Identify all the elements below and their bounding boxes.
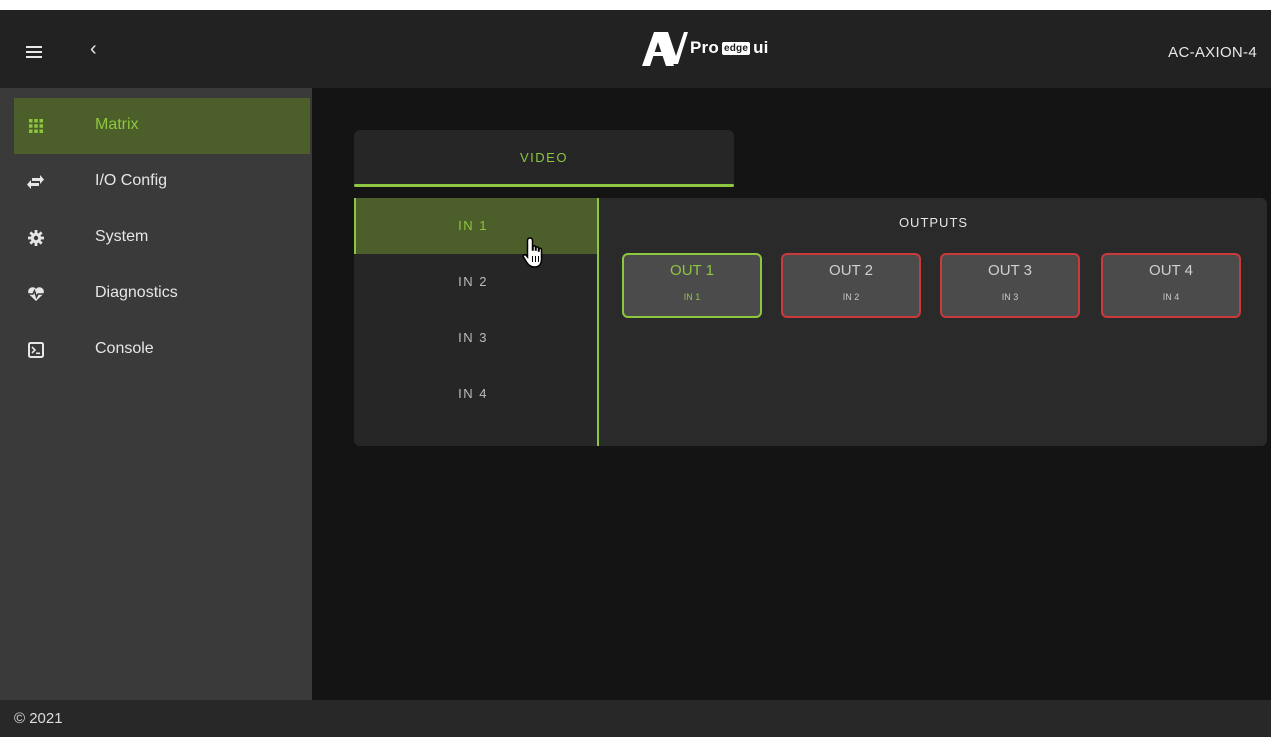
top-bar: ‹ Pro edge ui AC-AXION-4 [0,10,1271,88]
gear-icon [26,228,46,248]
input-item-in-1[interactable]: IN 1 [356,198,597,254]
device-name: AC-AXION-4 [1168,44,1257,61]
output-label: OUT 3 [988,262,1032,279]
sidebar-item-console[interactable]: Console [14,322,310,378]
output-source: IN 4 [1162,292,1180,302]
input-label: IN 1 [458,218,488,233]
output-source: IN 3 [1001,292,1019,302]
input-item-in-4[interactable]: IN 4 [356,366,597,422]
sidebar-item-label: Console [95,340,154,357]
footer: © 2021 [0,700,1271,737]
logo-text-main: Pro [690,38,719,57]
tab-video[interactable]: VIDEO [354,130,734,187]
grid-icon [26,116,46,136]
back-chevron-icon[interactable]: ‹ [90,38,97,60]
output-source: IN 2 [842,292,860,302]
sidebar-item-label: I/O Config [95,172,168,189]
sidebar: Matrix I/O Config System Diagnostics Con… [0,88,312,700]
copyright: © 2021 [14,710,63,727]
avpro-logo: Pro edge ui [640,28,769,68]
logo-text-suffix: ui [753,38,769,57]
input-item-in-2[interactable]: IN 2 [356,254,597,310]
outputs-title: OUTPUTS [898,215,969,230]
sidebar-item-label: System [95,228,149,245]
terminal-icon [26,340,46,360]
heartbeat-icon [26,284,46,304]
sidebar-item-label: Diagnostics [95,284,178,301]
hamburger-menu-icon[interactable] [26,46,42,59]
sidebar-item-system[interactable]: System [14,210,310,266]
output-source: IN 1 [683,292,701,302]
output-button-out-4[interactable]: OUT 4 IN 4 [1101,253,1241,318]
output-button-out-3[interactable]: OUT 3 IN 3 [940,253,1080,318]
app-window: ‹ Pro edge ui AC-AXION-4 Matrix I/O Conf… [0,10,1271,737]
tab-active-indicator [354,184,734,187]
logo-text: Pro edge ui [690,38,769,58]
sidebar-item-io-config[interactable]: I/O Config [14,154,310,210]
inputs-divider [597,198,599,446]
input-label: IN 2 [458,274,488,289]
tab-label: VIDEO [520,150,568,165]
output-button-out-2[interactable]: OUT 2 IN 2 [781,253,921,318]
hand-pointer-cursor-icon [522,237,543,268]
av-logo-mark-icon [642,32,688,66]
input-label: IN 3 [458,330,488,345]
logo-text-edge: edge [721,41,751,55]
output-label: OUT 2 [829,262,873,279]
output-label: OUT 4 [1149,262,1193,279]
sidebar-item-matrix[interactable]: Matrix [14,98,310,154]
output-button-out-1[interactable]: OUT 1 IN 1 [622,253,762,318]
input-label: IN 4 [458,386,488,401]
sidebar-item-diagnostics[interactable]: Diagnostics [14,266,310,322]
swap-arrows-icon [26,172,46,192]
input-active-indicator [354,198,356,254]
input-item-in-3[interactable]: IN 3 [356,310,597,366]
sidebar-item-label: Matrix [95,116,139,133]
output-label: OUT 1 [670,262,714,279]
